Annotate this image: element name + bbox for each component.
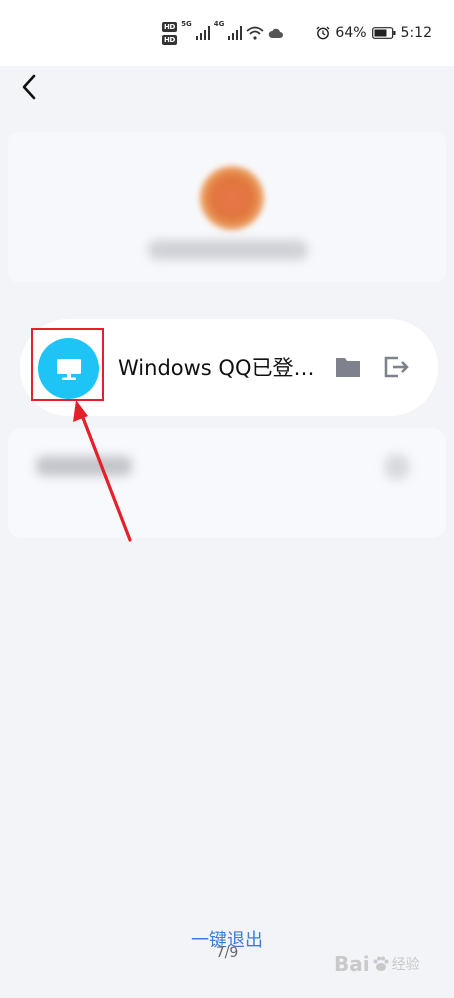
signal-icon — [228, 26, 243, 40]
status-bar: HD HD 5G 4G 64% 5:12 — [0, 0, 454, 66]
wifi-icon — [246, 26, 264, 40]
blurred-row-icon — [384, 454, 410, 480]
highlight-box — [31, 328, 104, 401]
avatar — [200, 166, 264, 230]
annotation-arrow — [73, 400, 132, 542]
watermark-brand: Bai — [334, 952, 370, 976]
blurred-username — [148, 240, 308, 260]
alarm-clock-icon — [316, 26, 330, 40]
logout-device-icon[interactable] — [382, 354, 410, 380]
device-label: Windows QQ已登… — [118, 356, 315, 380]
paw-icon — [373, 956, 389, 971]
status-right: 64% 5:12 — [316, 22, 432, 44]
screen: HD HD 5G 4G 64% 5:12 Windows QQ已登… 一键退出 … — [0, 0, 454, 998]
baidu-watermark: Bai 经验 — [334, 942, 444, 986]
battery-icon — [371, 27, 396, 39]
chevron-left-icon — [22, 74, 36, 100]
back-button[interactable] — [14, 70, 44, 104]
watermark-sub: 经验 — [391, 957, 420, 973]
status-left: HD HD 5G 4G — [162, 18, 284, 48]
hd-indicators: HD HD — [162, 21, 178, 45]
network-4g-label: 4G — [213, 20, 225, 28]
signal-icon — [195, 26, 210, 40]
folder-icon[interactable] — [334, 354, 362, 380]
network-5g-label: 5G — [181, 20, 192, 28]
battery-percent: 64% — [335, 25, 367, 41]
clock: 5:12 — [400, 25, 432, 41]
hd-badge: HD — [162, 34, 178, 45]
hd-badge: HD — [162, 21, 178, 32]
cloud-icon — [269, 28, 284, 38]
